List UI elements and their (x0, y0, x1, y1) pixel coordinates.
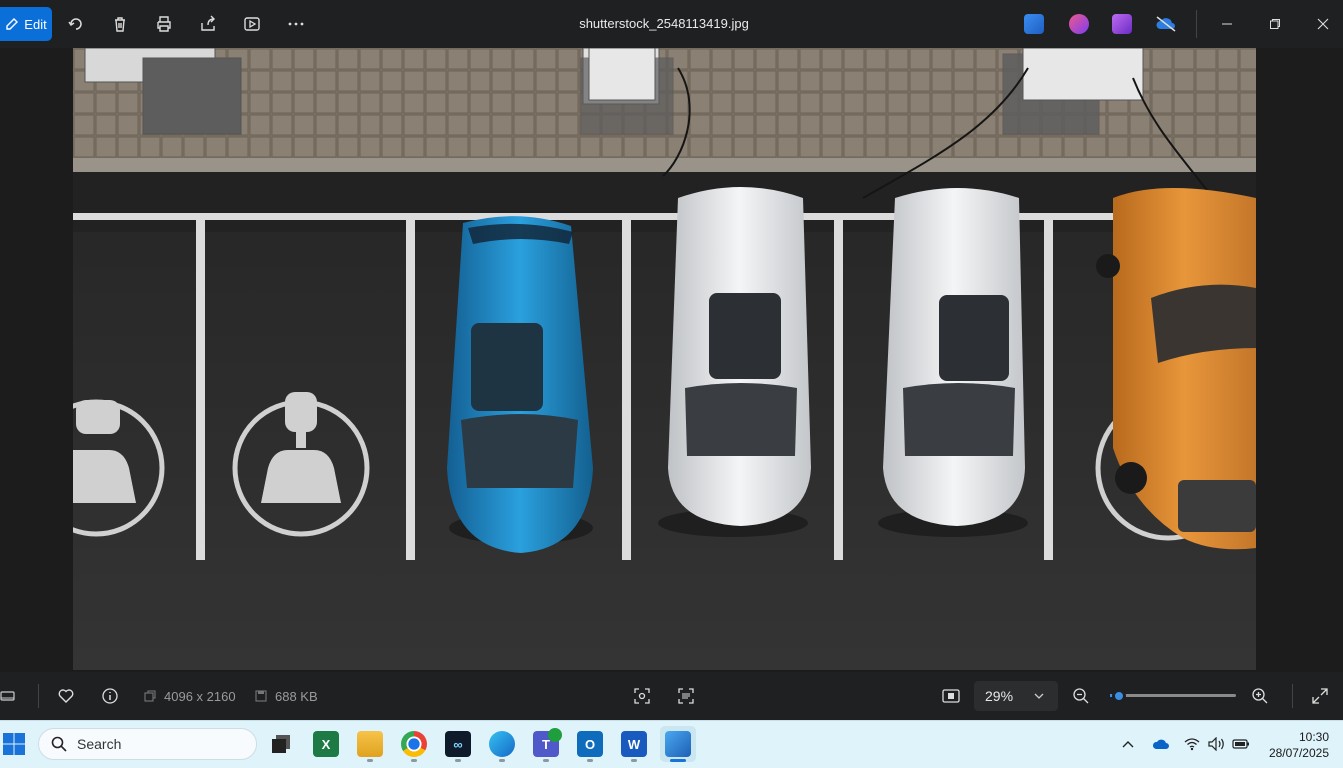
task-view-button[interactable] (268, 731, 294, 757)
separator (38, 684, 39, 708)
photo-editor-icon[interactable] (1024, 14, 1044, 34)
title-bar: Edit shutterstock_2548113419.jpg (0, 0, 1343, 48)
taskbar-clock[interactable]: 10:30 28/07/2025 (1269, 729, 1329, 761)
show-hidden-icons-button[interactable] (1121, 732, 1135, 756)
slideshow-button[interactable] (240, 12, 264, 36)
onedrive-sync-button[interactable] (1154, 12, 1178, 36)
heart-icon (58, 689, 74, 703)
play-icon (244, 17, 260, 31)
close-button[interactable] (1311, 12, 1335, 36)
close-icon (1317, 18, 1329, 30)
status-badge (548, 728, 562, 742)
print-icon (157, 16, 171, 32)
file-size: 688 KB (275, 688, 318, 704)
visual-search-button[interactable] (634, 684, 650, 708)
webex-app[interactable]: ∞ (445, 731, 471, 757)
chevron-down-icon (1034, 693, 1044, 699)
trash-icon (115, 17, 125, 32)
edit-label: Edit (24, 16, 47, 32)
zoom-in-button[interactable] (1251, 684, 1269, 708)
battery-tray[interactable] (1232, 732, 1250, 756)
minimize-button[interactable] (1215, 12, 1239, 36)
filmstrip-button[interactable] (0, 684, 16, 708)
designer-icon[interactable] (1069, 14, 1089, 34)
expand-icon (1312, 688, 1328, 704)
task-view-icon (272, 735, 290, 753)
zoom-out-icon (1073, 688, 1089, 704)
zoom-in-icon (1252, 688, 1268, 704)
outlook-app[interactable]: O (577, 731, 603, 757)
search-placeholder: Search (77, 736, 122, 752)
chrome-app[interactable] (401, 731, 427, 757)
edit-icon (6, 18, 19, 30)
taskbar-search[interactable]: Search (38, 728, 257, 760)
separator (1196, 10, 1197, 38)
more-icon (288, 22, 304, 26)
filesize-info: 688 KB (255, 684, 318, 708)
zoom-slider-thumb[interactable] (1112, 689, 1127, 703)
volume-tray[interactable] (1208, 732, 1226, 756)
info-icon (102, 688, 118, 704)
zoom-out-button[interactable] (1072, 684, 1090, 708)
word-app[interactable]: W (621, 731, 647, 757)
share-button[interactable] (196, 12, 220, 36)
photo-canvas[interactable] (73, 48, 1256, 670)
dimensions-info: 4096 x 2160 (144, 684, 236, 708)
edit-button[interactable]: Edit (0, 7, 52, 41)
favorite-button[interactable] (57, 684, 75, 708)
cloud-off-icon (1156, 16, 1176, 32)
text-scan-button[interactable] (678, 684, 694, 708)
save-icon (255, 690, 267, 702)
filmstrip-icon (0, 691, 15, 701)
file-explorer-app[interactable] (357, 731, 383, 757)
print-button[interactable] (152, 12, 176, 36)
clock-date: 28/07/2025 (1268, 746, 1329, 760)
edge-app[interactable] (489, 731, 515, 757)
wifi-tray[interactable] (1184, 732, 1200, 756)
rotate-button[interactable] (64, 12, 88, 36)
minimize-icon (1222, 23, 1232, 25)
maximize-button[interactable] (1263, 12, 1287, 36)
battery-icon (1232, 739, 1249, 749)
fit-screen-icon (942, 689, 960, 703)
onedrive-tray[interactable] (1152, 732, 1170, 756)
delete-button[interactable] (108, 12, 132, 36)
windows-icon (3, 733, 25, 755)
blue-car (447, 216, 593, 553)
clock-time: 10:30 (1298, 730, 1329, 744)
volume-icon (1208, 737, 1224, 751)
info-button[interactable] (101, 684, 119, 708)
restore-icon (1270, 19, 1280, 29)
white-car-1 (658, 187, 811, 537)
window-title: shutterstock_2548113419.jpg (579, 16, 749, 31)
scan-text-icon (678, 688, 694, 704)
start-button[interactable] (2, 732, 26, 761)
zoom-slider[interactable] (1110, 694, 1236, 697)
share-icon (201, 15, 215, 31)
visual-search-icon (634, 688, 650, 704)
fit-to-window-button[interactable] (942, 684, 960, 708)
rotate-icon (68, 18, 82, 30)
zoom-level: 29% (985, 688, 1014, 704)
active-indicator (670, 759, 686, 762)
white-car-2 (878, 188, 1028, 537)
resolution-icon (144, 690, 156, 702)
charger-2 (580, 48, 674, 135)
fullscreen-button[interactable] (1312, 684, 1328, 708)
search-icon (51, 736, 67, 752)
wifi-icon (1184, 738, 1200, 751)
excel-app[interactable]: X (313, 731, 339, 757)
cloud-icon (1152, 739, 1169, 749)
chevron-up-icon (1122, 741, 1134, 748)
zoom-dropdown[interactable]: 29% (974, 681, 1058, 711)
image-dimensions: 4096 x 2160 (164, 688, 236, 704)
ev-parking-photo (73, 48, 1256, 670)
clipchamp-icon[interactable] (1112, 14, 1132, 34)
separator (1292, 684, 1293, 708)
more-options-button[interactable] (284, 12, 308, 36)
photos-app[interactable] (665, 731, 691, 757)
